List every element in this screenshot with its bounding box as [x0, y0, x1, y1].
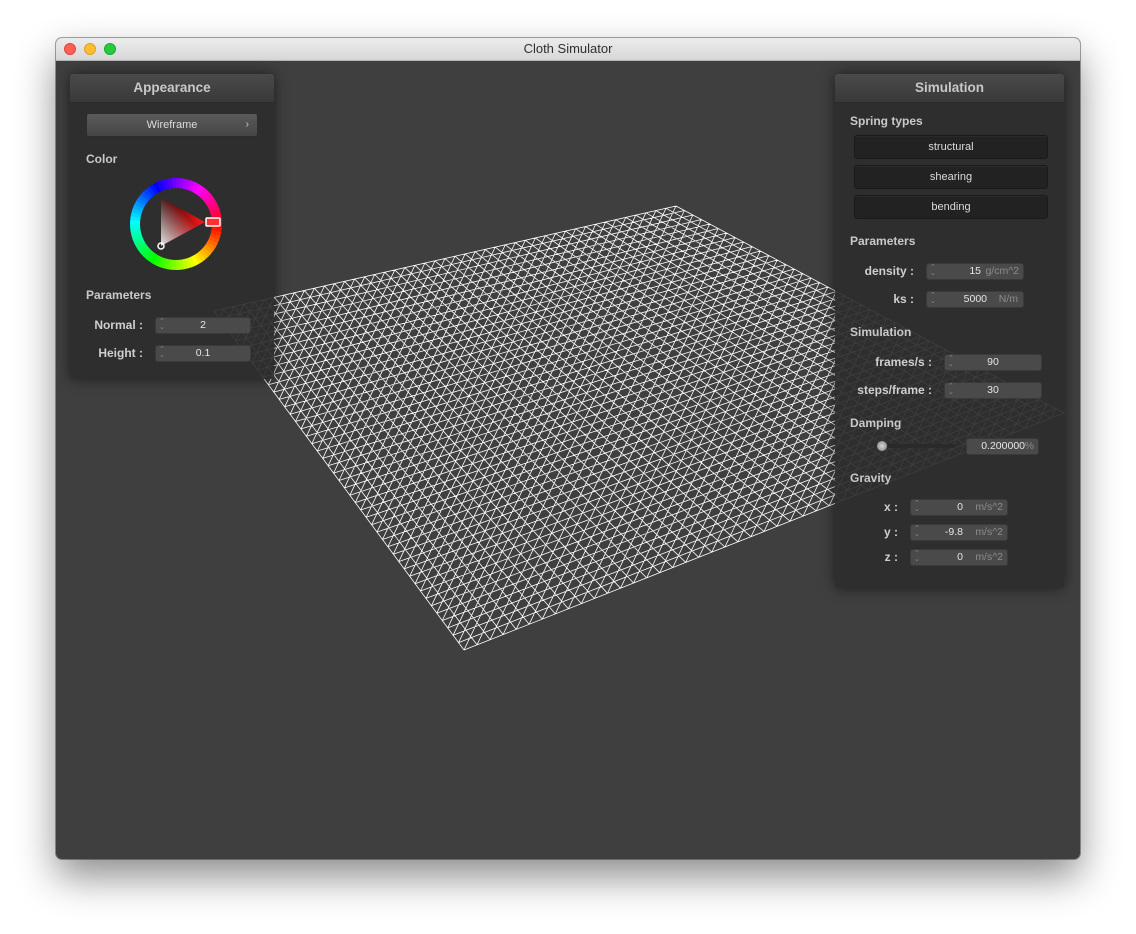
- gravity-label: Gravity: [850, 471, 892, 485]
- appearance-panel: Appearance Wireframe › Color Parameters …: [70, 74, 274, 379]
- gravity-x-field[interactable]: ⌃ ⌄ 0 m/s^2: [910, 499, 1008, 516]
- appearance-params-label: Parameters: [86, 288, 152, 302]
- gravity-x-unit: m/s^2: [975, 501, 1003, 513]
- stepper-icon[interactable]: ⌃ ⌄: [930, 264, 936, 277]
- steps-value: 30: [987, 384, 999, 396]
- stepper-icon[interactable]: ⌃ ⌄: [914, 525, 920, 538]
- steps-field[interactable]: ⌃ ⌄ 30: [944, 382, 1042, 399]
- gravity-y-value: -9.8: [944, 526, 963, 538]
- gravity-y-label: y :: [883, 525, 898, 539]
- spring-types-label: Spring types: [850, 114, 923, 128]
- normal-field[interactable]: ⌃ ⌄ 2: [155, 317, 251, 334]
- shader-select[interactable]: Wireframe ›: [86, 113, 258, 137]
- gravity-z-label: z :: [884, 550, 898, 564]
- zoom-window-button[interactable]: [104, 43, 116, 55]
- appearance-panel-title: Appearance: [70, 74, 274, 103]
- color-label: Color: [86, 152, 118, 166]
- density-field[interactable]: ⌃ ⌄ 15 g/cm^2: [926, 263, 1024, 280]
- ks-field[interactable]: ⌃ ⌄ 5000 N/m: [926, 291, 1024, 308]
- gravity-x-value: 0: [957, 501, 963, 513]
- ks-label: ks :: [893, 292, 914, 306]
- frames-field[interactable]: ⌃ ⌄ 90: [944, 354, 1042, 371]
- gravity-y-unit: m/s^2: [975, 526, 1003, 538]
- shearing-button[interactable]: shearing: [854, 165, 1048, 189]
- normal-label: Normal :: [94, 318, 143, 332]
- simulation-panel-title: Simulation: [835, 74, 1064, 103]
- damping-label: Damping: [850, 416, 902, 430]
- window-title: Cloth Simulator: [523, 41, 613, 56]
- structural-button[interactable]: structural: [854, 135, 1048, 159]
- damping-slider-knob[interactable]: [876, 440, 888, 452]
- gravity-z-unit: m/s^2: [975, 551, 1003, 563]
- damping-field[interactable]: 0.200000 %: [966, 438, 1039, 455]
- shader-select-value: Wireframe: [146, 119, 198, 131]
- hue-marker[interactable]: [205, 217, 221, 227]
- damping-unit: %: [1024, 440, 1034, 452]
- simulation-section-label: Simulation: [850, 325, 912, 339]
- ks-value: 5000: [963, 293, 987, 305]
- height-field[interactable]: ⌃ ⌄ 0.1: [155, 345, 251, 362]
- frames-value: 90: [987, 356, 999, 368]
- sim-params-label: Parameters: [850, 234, 916, 248]
- frames-label: frames/s :: [875, 355, 932, 369]
- normal-value: 2: [200, 319, 206, 331]
- height-label: Height :: [98, 346, 143, 360]
- gravity-y-field[interactable]: ⌃ ⌄ -9.8 m/s^2: [910, 524, 1008, 541]
- bending-button[interactable]: bending: [854, 195, 1048, 219]
- gravity-x-label: x :: [883, 500, 898, 514]
- gravity-z-value: 0: [957, 551, 963, 563]
- ks-unit: N/m: [998, 293, 1018, 305]
- density-label: density :: [864, 264, 914, 278]
- stepper-icon[interactable]: ⌃ ⌄: [914, 550, 920, 563]
- stepper-icon[interactable]: ⌃ ⌄: [914, 500, 920, 513]
- minimize-window-button[interactable]: [84, 43, 96, 55]
- stepper-icon[interactable]: ⌃ ⌄: [930, 292, 936, 305]
- density-unit: g/cm^2: [985, 265, 1019, 277]
- title-bar: Cloth Simulator: [56, 38, 1080, 61]
- steps-label: steps/frame :: [857, 383, 932, 397]
- density-value: 15: [969, 265, 981, 277]
- chevron-right-icon: ›: [245, 119, 249, 130]
- close-window-button[interactable]: [64, 43, 76, 55]
- height-value: 0.1: [195, 347, 211, 359]
- simulation-panel: Simulation Spring types structural shear…: [835, 74, 1064, 588]
- damping-value: 0.200000: [981, 440, 1025, 452]
- color-wheel[interactable]: [128, 176, 224, 272]
- gravity-z-field[interactable]: ⌃ ⌄ 0 m/s^2: [910, 549, 1008, 566]
- app-window: Cloth Simulator Appearance Wireframe › C…: [56, 38, 1080, 859]
